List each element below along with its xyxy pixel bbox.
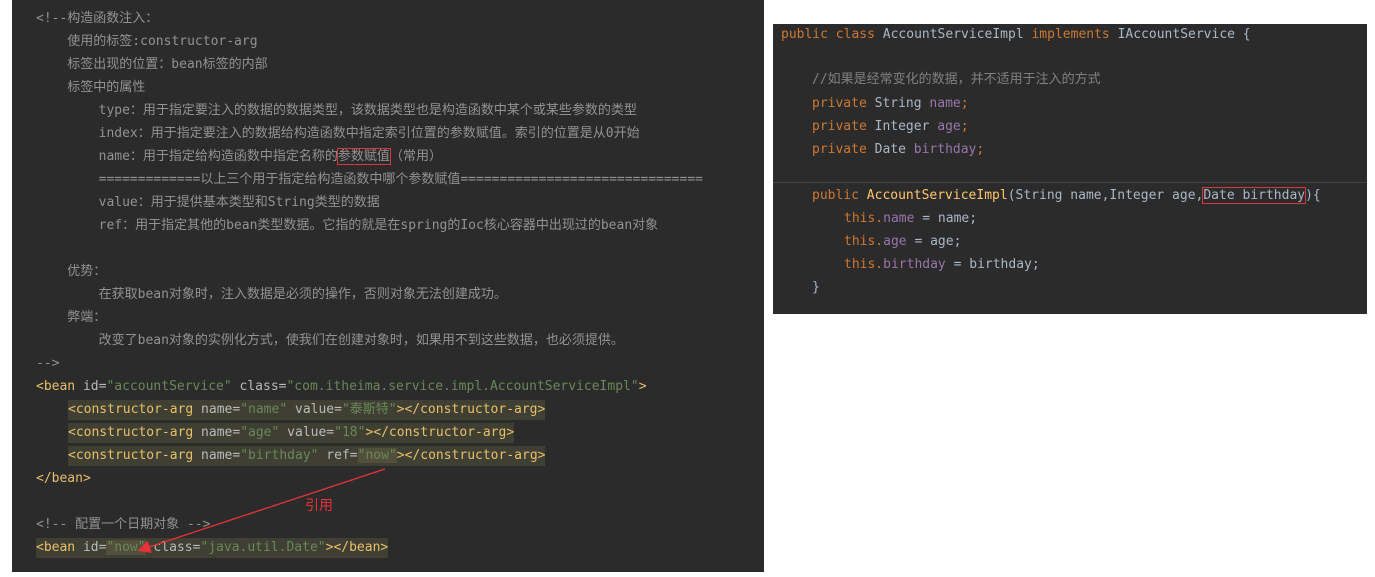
field-name: private String name; bbox=[812, 96, 969, 111]
field-age: private Integer age; bbox=[812, 119, 969, 134]
assign-name: this.name = name; bbox=[844, 211, 978, 226]
method-separator bbox=[773, 182, 1367, 183]
constructor-close-brace: } bbox=[812, 280, 820, 295]
constructor-signature: public AccountServiceImpl(String name,In… bbox=[812, 187, 1321, 204]
assign-age: this.age = age; bbox=[844, 234, 962, 249]
java-editor-pane: public class AccountServiceImpl implemen… bbox=[773, 24, 1367, 314]
reference-label: 引用 bbox=[305, 498, 333, 514]
field-birthday: private Date birthday; bbox=[812, 142, 985, 157]
birthday-param: Date birthday bbox=[1202, 187, 1307, 204]
assign-birthday: this.birthday = birthday; bbox=[844, 257, 1040, 272]
class-declaration: public class AccountServiceImpl implemen… bbox=[781, 27, 1251, 42]
arrow-line bbox=[137, 468, 386, 553]
java-comment: //如果是经常变化的数据，并不适用于注入的方式 bbox=[812, 72, 1101, 87]
